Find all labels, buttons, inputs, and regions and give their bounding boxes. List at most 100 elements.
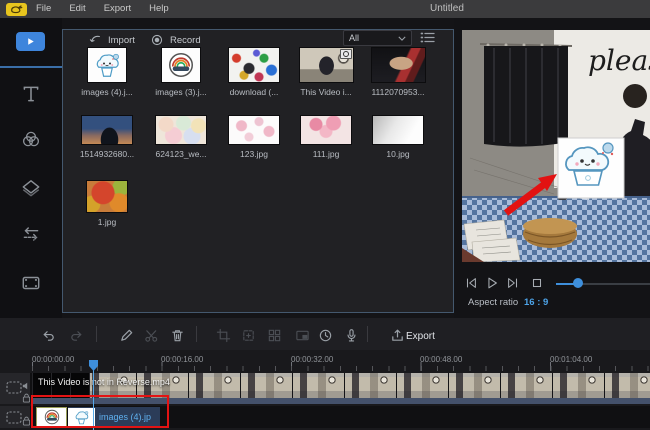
media-tab-active-underline [0,66,62,68]
zoom-icon [243,330,254,341]
aspect-ratio-label: Aspect ratio [468,297,519,308]
media-thumb-this-video[interactable] [298,47,354,83]
undo-icon [43,331,54,341]
slider-knob[interactable] [573,278,583,288]
import-button[interactable]: Import [88,33,135,47]
play-button[interactable] [485,276,499,290]
media-item: download (... [219,47,289,97]
import-icon [89,35,100,42]
record-icon [151,34,163,46]
media-label: 1112070953... [371,87,425,97]
sidebar-tab-transitions[interactable] [20,223,42,245]
list-view-button[interactable] [420,31,436,44]
menu-help[interactable]: Help [140,0,178,18]
mosaic-icon [268,329,281,342]
aspect-ratio-value[interactable]: 16 : 9 [524,297,548,308]
duration-clock-icon [319,329,332,342]
media-thumb-images4[interactable] [87,47,127,83]
media-thumb-download[interactable] [228,47,280,83]
toolbar-divider [196,326,197,342]
person [623,84,647,108]
media-label: 111.jpg [312,149,340,159]
menu-edit[interactable]: Edit [60,0,94,18]
media-item: 1.jpg [72,180,142,227]
sidebar-tab-filters[interactable] [20,128,42,150]
delete-trash-icon [172,330,183,342]
menu-file[interactable]: File [27,0,60,18]
media-filter-value: All [349,33,360,43]
split-button[interactable] [144,328,159,343]
edit-button[interactable] [119,328,134,343]
export-icon [392,329,403,341]
stop-button[interactable] [530,276,544,290]
media-label: This Video i... [300,87,352,97]
next-frame-icon [508,278,518,288]
crop-icon [216,328,231,343]
play-icon [488,277,497,289]
redo-button[interactable] [69,328,84,343]
filters-tab-icon [22,131,40,147]
export-button[interactable] [390,328,405,343]
media-thumb-apple[interactable] [86,180,128,213]
media-label: 10.jpg [386,149,410,159]
media-thumb-images3[interactable] [161,47,201,83]
media-item: 10.jpg [363,115,433,159]
media-item: images (3).j... [146,47,216,97]
split-scissors-icon [145,330,158,342]
voiceover-mic-icon [347,329,356,342]
stop-icon [532,278,542,288]
sidebar-tab-text[interactable] [20,83,42,105]
media-item: 1514932680... [72,115,142,159]
media-filter-dropdown[interactable]: All [343,30,412,46]
record-label: Record [170,34,201,46]
app-logo-bee-icon[interactable] [6,2,27,16]
media-thumb-laptop[interactable] [370,47,426,83]
cupcake-overlay-clip[interactable] [557,137,625,199]
toolbar-divider [96,326,97,342]
media-label: 624123_we... [155,149,207,159]
delete-button[interactable] [170,328,185,343]
preview-video-frame[interactable]: pleas [462,30,650,262]
sidebar-tab-media[interactable] [16,32,45,51]
media-item: images (4).j... [72,47,142,97]
pip-button[interactable] [295,328,310,343]
media-tab-icon [28,38,34,45]
duration-button[interactable] [318,328,333,343]
media-label: 123.jpg [240,149,268,159]
prev-frame-button[interactable] [464,276,478,290]
media-thumb-sunset[interactable] [81,115,133,145]
track1-header [0,373,31,404]
record-button[interactable]: Record [150,33,201,47]
whiteboard-handwriting: pleas [588,44,650,77]
media-label: 1514932680... [79,149,135,159]
export-button-label[interactable]: Export [406,331,435,342]
media-item: 1112070953... [363,47,433,97]
media-label: images (3).j... [155,87,207,97]
media-thumb-eggs[interactable] [155,115,207,145]
media-item: This Video i... [291,47,361,97]
voiceover-button[interactable] [344,328,359,343]
media-thumb-123[interactable] [228,115,280,145]
media-thumb-10[interactable] [372,115,424,145]
undo-button[interactable] [41,328,56,343]
speaker-icon[interactable] [22,377,30,390]
elements-tab-icon [22,180,40,197]
media-label: images (4).j... [81,87,133,97]
sidebar-tab-elements[interactable] [20,177,42,199]
zoom-button[interactable] [241,328,256,343]
crop-button[interactable] [216,328,231,343]
import-label: Import [108,34,135,46]
camera-badge-icon [339,49,352,59]
ruler-ticks [32,366,650,371]
media-label: 1.jpg [97,217,117,227]
list-view-icon [420,32,435,43]
rainbow-logo-image [169,53,193,77]
edit-pencil-icon [121,329,133,341]
next-frame-button[interactable] [506,276,520,290]
sidebar-tab-footage[interactable] [20,272,42,294]
media-thumb-111[interactable] [300,115,352,145]
transitions-tab-icon [23,227,39,241]
menu-export[interactable]: Export [95,0,140,18]
redo-icon [71,331,82,341]
mosaic-button[interactable] [267,328,282,343]
